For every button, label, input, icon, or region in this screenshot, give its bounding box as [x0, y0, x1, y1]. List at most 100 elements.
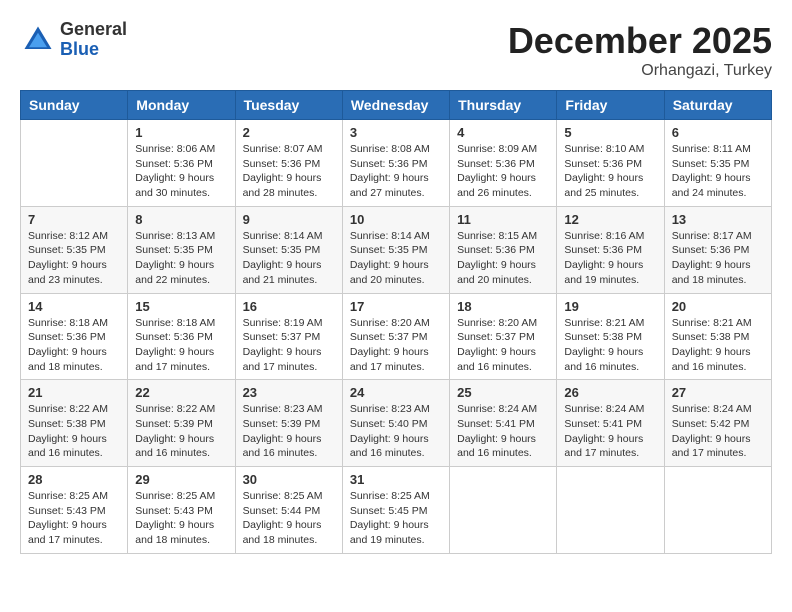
day-cell: 11 Sunrise: 8:15 AMSunset: 5:36 PMDayligh… — [450, 206, 557, 293]
day-number: 22 — [135, 385, 227, 400]
weekday-header-tuesday: Tuesday — [235, 91, 342, 120]
day-cell: 20Sunrise: 8:21 AMSunset: 5:38 PMDayligh… — [664, 293, 771, 380]
weekday-header-row: SundayMondayTuesdayWednesdayThursdayFrid… — [21, 91, 772, 120]
day-cell: 12Sunrise: 8:16 AMSunset: 5:36 PMDayligh… — [557, 206, 664, 293]
weekday-header-wednesday: Wednesday — [342, 91, 449, 120]
day-cell — [450, 467, 557, 554]
day-info: Sunrise: 8:14 AMSunset: 5:35 PMDaylight:… — [243, 229, 335, 288]
day-info: Sunrise: 8:18 AMSunset: 5:36 PMDaylight:… — [28, 316, 120, 375]
day-cell: 1 Sunrise: 8:06 AMSunset: 5:36 PMDaylight… — [128, 120, 235, 207]
day-info: Sunrise: 8:20 AMSunset: 5:37 PMDaylight:… — [350, 316, 442, 375]
day-cell: 19Sunrise: 8:21 AMSunset: 5:38 PMDayligh… — [557, 293, 664, 380]
day-cell: 5Sunrise: 8:10 AMSunset: 5:36 PMDaylight… — [557, 120, 664, 207]
day-cell: 9 Sunrise: 8:14 AMSunset: 5:35 PMDaylight… — [235, 206, 342, 293]
logo-blue: Blue — [60, 40, 127, 60]
day-info: Sunrise: 8:25 AMSunset: 5:43 PMDaylight:… — [28, 489, 120, 548]
week-row-4: 21Sunrise: 8:22 AMSunset: 5:38 PMDayligh… — [21, 380, 772, 467]
weekday-header-sunday: Sunday — [21, 91, 128, 120]
day-number: 30 — [243, 472, 335, 487]
location-title: Orhangazi, Turkey — [508, 62, 772, 80]
day-info: Sunrise: 8:20 AMSunset: 5:37 PMDaylight:… — [457, 316, 549, 375]
day-cell: 24 Sunrise: 8:23 AMSunset: 5:40 PMDayligh… — [342, 380, 449, 467]
day-cell: 8 Sunrise: 8:13 AMSunset: 5:35 PMDaylight… — [128, 206, 235, 293]
day-cell: 10 Sunrise: 8:14 AMSunset: 5:35 PMDayligh… — [342, 206, 449, 293]
day-info: Sunrise: 8:25 AMSunset: 5:44 PMDaylight:… — [243, 489, 335, 548]
day-cell: 18 Sunrise: 8:20 AMSunset: 5:37 PMDayligh… — [450, 293, 557, 380]
day-cell — [557, 467, 664, 554]
day-number: 10 — [350, 212, 442, 227]
day-number: 21 — [28, 385, 120, 400]
day-number: 2 — [243, 125, 335, 140]
day-number: 24 — [350, 385, 442, 400]
day-number: 3 — [350, 125, 442, 140]
day-number: 29 — [135, 472, 227, 487]
day-number: 26 — [564, 385, 656, 400]
weekday-header-thursday: Thursday — [450, 91, 557, 120]
day-number: 11 — [457, 212, 549, 227]
week-row-2: 7 Sunrise: 8:12 AMSunset: 5:35 PMDaylight… — [21, 206, 772, 293]
day-cell: 21Sunrise: 8:22 AMSunset: 5:38 PMDayligh… — [21, 380, 128, 467]
day-cell: 27 Sunrise: 8:24 AMSunset: 5:42 PMDayligh… — [664, 380, 771, 467]
day-info: Sunrise: 8:23 AMSunset: 5:39 PMDaylight:… — [243, 402, 335, 461]
day-cell: 25 Sunrise: 8:24 AMSunset: 5:41 PMDayligh… — [450, 380, 557, 467]
day-number: 17 — [350, 299, 442, 314]
week-row-1: 1 Sunrise: 8:06 AMSunset: 5:36 PMDaylight… — [21, 120, 772, 207]
day-cell: 17 Sunrise: 8:20 AMSunset: 5:37 PMDayligh… — [342, 293, 449, 380]
day-info: Sunrise: 8:22 AMSunset: 5:39 PMDaylight:… — [135, 402, 227, 461]
day-number: 25 — [457, 385, 549, 400]
day-number: 19 — [564, 299, 656, 314]
day-number: 12 — [564, 212, 656, 227]
day-number: 9 — [243, 212, 335, 227]
calendar: SundayMondayTuesdayWednesdayThursdayFrid… — [20, 90, 772, 554]
day-number: 13 — [672, 212, 764, 227]
logo-icon — [20, 22, 56, 58]
day-cell: 2Sunrise: 8:07 AMSunset: 5:36 PMDaylight… — [235, 120, 342, 207]
day-number: 1 — [135, 125, 227, 140]
day-info: Sunrise: 8:08 AMSunset: 5:36 PMDaylight:… — [350, 142, 442, 201]
day-cell — [664, 467, 771, 554]
week-row-5: 28Sunrise: 8:25 AMSunset: 5:43 PMDayligh… — [21, 467, 772, 554]
day-info: Sunrise: 8:17 AMSunset: 5:36 PMDaylight:… — [672, 229, 764, 288]
day-cell: 22 Sunrise: 8:22 AMSunset: 5:39 PMDayligh… — [128, 380, 235, 467]
day-number: 31 — [350, 472, 442, 487]
day-info: Sunrise: 8:25 AMSunset: 5:45 PMDaylight:… — [350, 489, 442, 548]
day-number: 6 — [672, 125, 764, 140]
day-info: Sunrise: 8:15 AMSunset: 5:36 PMDaylight:… — [457, 229, 549, 288]
day-cell: 23 Sunrise: 8:23 AMSunset: 5:39 PMDayligh… — [235, 380, 342, 467]
day-cell: 13 Sunrise: 8:17 AMSunset: 5:36 PMDayligh… — [664, 206, 771, 293]
day-number: 27 — [672, 385, 764, 400]
day-cell: 4 Sunrise: 8:09 AMSunset: 5:36 PMDaylight… — [450, 120, 557, 207]
page-header: General Blue December 2025 Orhangazi, Tu… — [20, 20, 772, 80]
day-info: Sunrise: 8:06 AMSunset: 5:36 PMDaylight:… — [135, 142, 227, 201]
day-number: 8 — [135, 212, 227, 227]
day-info: Sunrise: 8:12 AMSunset: 5:35 PMDaylight:… — [28, 229, 120, 288]
day-info: Sunrise: 8:14 AMSunset: 5:35 PMDaylight:… — [350, 229, 442, 288]
day-cell: 14 Sunrise: 8:18 AMSunset: 5:36 PMDayligh… — [21, 293, 128, 380]
day-info: Sunrise: 8:18 AMSunset: 5:36 PMDaylight:… — [135, 316, 227, 375]
day-info: Sunrise: 8:23 AMSunset: 5:40 PMDaylight:… — [350, 402, 442, 461]
day-number: 18 — [457, 299, 549, 314]
day-cell: 30 Sunrise: 8:25 AMSunset: 5:44 PMDayligh… — [235, 467, 342, 554]
weekday-header-friday: Friday — [557, 91, 664, 120]
day-cell: 15Sunrise: 8:18 AMSunset: 5:36 PMDayligh… — [128, 293, 235, 380]
logo-general: General — [60, 20, 127, 40]
day-number: 14 — [28, 299, 120, 314]
day-info: Sunrise: 8:13 AMSunset: 5:35 PMDaylight:… — [135, 229, 227, 288]
day-info: Sunrise: 8:24 AMSunset: 5:41 PMDaylight:… — [457, 402, 549, 461]
day-number: 7 — [28, 212, 120, 227]
day-cell: 31 Sunrise: 8:25 AMSunset: 5:45 PMDayligh… — [342, 467, 449, 554]
day-number: 16 — [243, 299, 335, 314]
day-cell: 3 Sunrise: 8:08 AMSunset: 5:36 PMDaylight… — [342, 120, 449, 207]
day-cell: 29 Sunrise: 8:25 AMSunset: 5:43 PMDayligh… — [128, 467, 235, 554]
day-info: Sunrise: 8:25 AMSunset: 5:43 PMDaylight:… — [135, 489, 227, 548]
day-info: Sunrise: 8:09 AMSunset: 5:36 PMDaylight:… — [457, 142, 549, 201]
weekday-header-saturday: Saturday — [664, 91, 771, 120]
day-number: 4 — [457, 125, 549, 140]
day-number: 23 — [243, 385, 335, 400]
day-info: Sunrise: 8:19 AMSunset: 5:37 PMDaylight:… — [243, 316, 335, 375]
day-info: Sunrise: 8:24 AMSunset: 5:42 PMDaylight:… — [672, 402, 764, 461]
logo-text: General Blue — [60, 20, 127, 60]
day-info: Sunrise: 8:24 AMSunset: 5:41 PMDaylight:… — [564, 402, 656, 461]
day-cell: 16 Sunrise: 8:19 AMSunset: 5:37 PMDayligh… — [235, 293, 342, 380]
day-number: 20 — [672, 299, 764, 314]
